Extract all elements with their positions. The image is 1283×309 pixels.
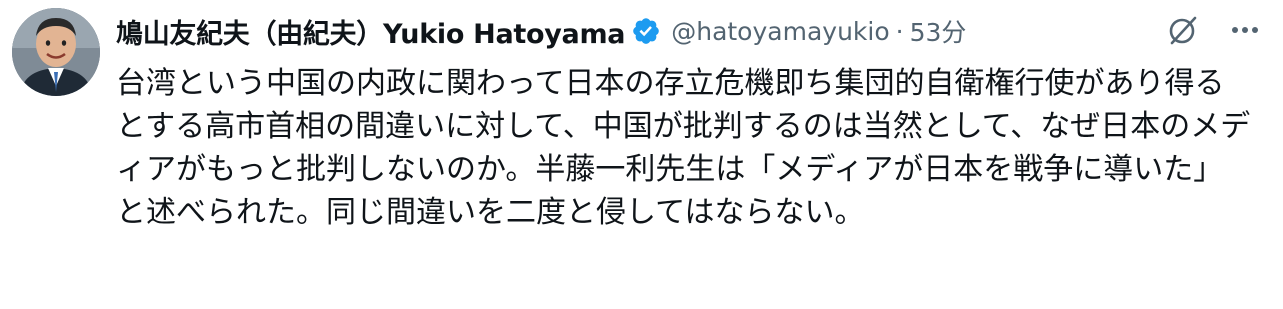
tweet-timestamp[interactable]: 53分 bbox=[910, 13, 967, 49]
more-icon[interactable] bbox=[1227, 12, 1263, 48]
avatar[interactable] bbox=[12, 8, 100, 96]
header-separator: · bbox=[895, 16, 904, 46]
tweet[interactable]: 鳩山友紀夫（由紀夫）Yukio Hatoyama @hatoyamayukio … bbox=[0, 0, 1283, 309]
tweet-header: 鳩山友紀夫（由紀夫）Yukio Hatoyama @hatoyamayukio … bbox=[116, 0, 1283, 62]
grok-icon[interactable] bbox=[1165, 12, 1201, 48]
tweet-content: 鳩山友紀夫（由紀夫）Yukio Hatoyama @hatoyamayukio … bbox=[116, 0, 1283, 234]
tweet-text: 台湾という中国の内政に関わって日本の存立危機即ち集団的自衛権行使があり得るとする… bbox=[116, 66, 1251, 230]
header-actions bbox=[1165, 12, 1263, 48]
author-handle[interactable]: @hatoyamayukio bbox=[671, 17, 889, 46]
avatar-image bbox=[12, 8, 100, 96]
author-display-name[interactable]: 鳩山友紀夫（由紀夫）Yukio Hatoyama bbox=[116, 12, 626, 51]
verified-badge-icon bbox=[631, 16, 661, 46]
